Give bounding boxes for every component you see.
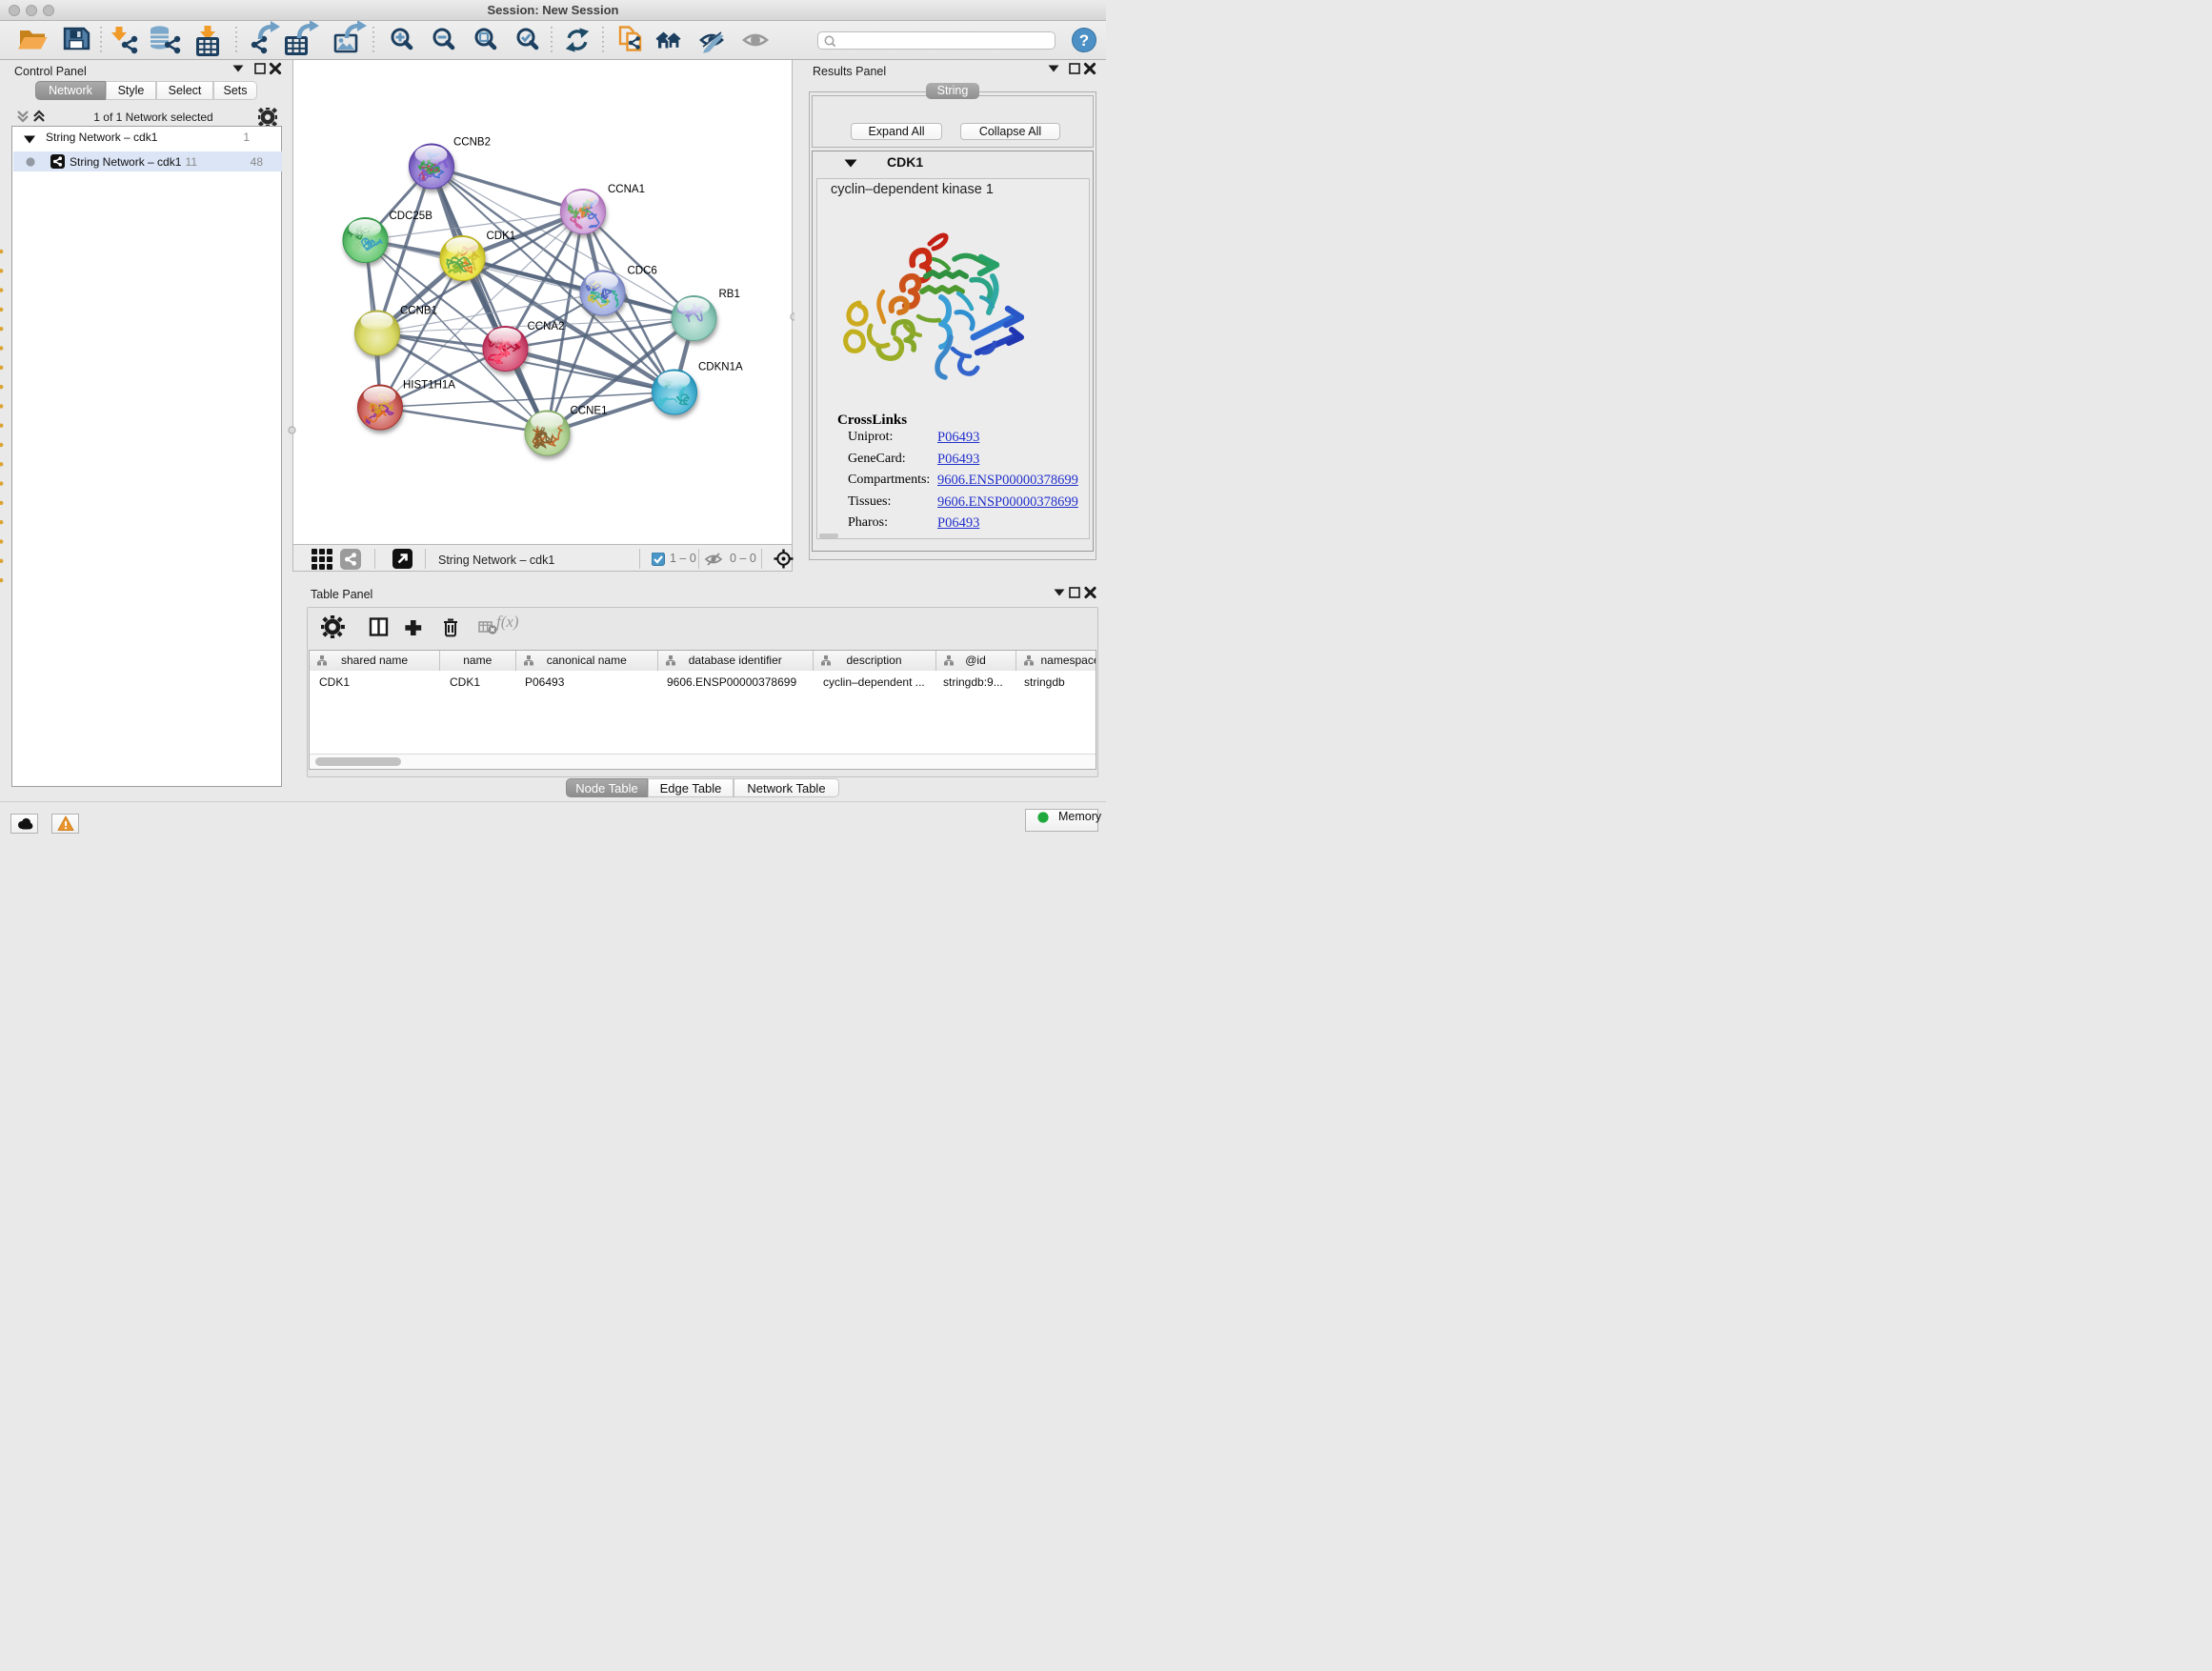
svg-text:?: ? [1079, 31, 1089, 50]
svg-text:CCNE1: CCNE1 [571, 406, 608, 417]
svg-text:CCNA2: CCNA2 [528, 321, 565, 332]
svg-text:CDK1: CDK1 [487, 231, 516, 242]
svg-text:CCNA1: CCNA1 [608, 184, 645, 195]
svg-text:CCNB2: CCNB2 [453, 137, 491, 149]
svg-text:CDKN1A: CDKN1A [698, 362, 743, 373]
svg-text:RB1: RB1 [719, 289, 740, 300]
svg-text:CCNB1: CCNB1 [400, 306, 437, 317]
svg-text:HIST1H1A: HIST1H1A [403, 380, 455, 392]
svg-text:CDC25B: CDC25B [390, 211, 433, 222]
svg-text:CDC6: CDC6 [628, 266, 657, 277]
